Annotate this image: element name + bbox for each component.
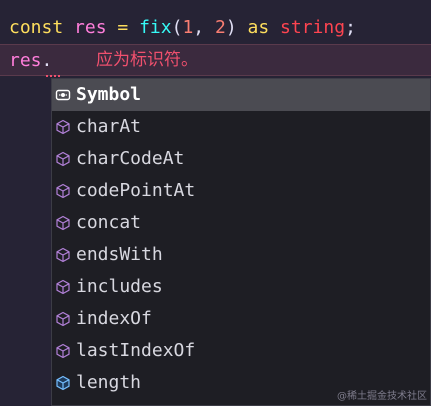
suggestion-item[interactable]: charAt — [52, 111, 430, 143]
suggestion-item[interactable]: indexOf — [52, 303, 430, 335]
method-cube-icon — [56, 151, 70, 167]
semicolon: ; — [345, 17, 356, 38]
suggestion-label: concat — [76, 212, 142, 233]
method-cube-icon — [56, 279, 70, 295]
suggestion-item[interactable]: concat — [52, 207, 430, 239]
type-string: string — [280, 17, 346, 38]
suggestion-label: charAt — [76, 116, 142, 137]
property-cube-icon — [56, 375, 70, 391]
method-cube-icon — [56, 311, 70, 327]
suggestion-label: Symbol — [76, 84, 142, 105]
code-line-2[interactable]: res. — [0, 44, 431, 76]
suggestion-label: length — [76, 372, 142, 393]
suggestion-label: charCodeAt — [76, 148, 185, 169]
inline-error-message: 应为标识符。 — [96, 50, 198, 70]
code-line-1[interactable]: const res = fix(1, 2) as string; — [0, 12, 431, 44]
suggestion-item[interactable]: charCodeAt — [52, 143, 430, 175]
argument-2: 2 — [214, 17, 226, 38]
suggestion-item[interactable]: endsWith — [52, 239, 430, 271]
method-cube-icon — [56, 183, 70, 199]
function-name: fix — [139, 17, 172, 38]
method-cube-icon — [56, 215, 70, 231]
method-cube-icon — [56, 343, 70, 359]
keyword-const: const — [9, 17, 64, 38]
paren-close: ) — [225, 17, 237, 38]
method-cube-icon — [56, 119, 70, 135]
suggestion-item[interactable]: lastIndexOf — [52, 335, 430, 367]
suggestion-label: endsWith — [76, 244, 163, 265]
symbol-field-icon — [55, 89, 71, 101]
suggestion-item[interactable]: codePointAt — [52, 175, 430, 207]
argument-1: 1 — [182, 17, 194, 38]
suggestion-label: lastIndexOf — [76, 340, 196, 361]
suggestion-item[interactable]: includes — [52, 271, 430, 303]
keyword-as: as — [247, 17, 270, 38]
paren-open: ( — [171, 17, 183, 38]
method-cube-icon — [56, 247, 70, 263]
operator-equals: = — [117, 17, 129, 38]
member-dot: . — [41, 50, 53, 71]
suggestion-label: indexOf — [76, 308, 152, 329]
suggestion-item[interactable]: Symbol — [52, 79, 430, 111]
suggestion-label: codePointAt — [76, 180, 196, 201]
comma: , — [193, 17, 205, 38]
error-squiggle — [46, 70, 60, 77]
variable-res: res — [74, 17, 107, 38]
watermark: @稀土掘金技术社区 — [337, 391, 427, 402]
suggestion-label: includes — [76, 276, 163, 297]
variable-res: res — [9, 50, 42, 71]
suggestion-widget[interactable]: Symbol charAt charCodeAt codePointAt con… — [51, 78, 431, 406]
